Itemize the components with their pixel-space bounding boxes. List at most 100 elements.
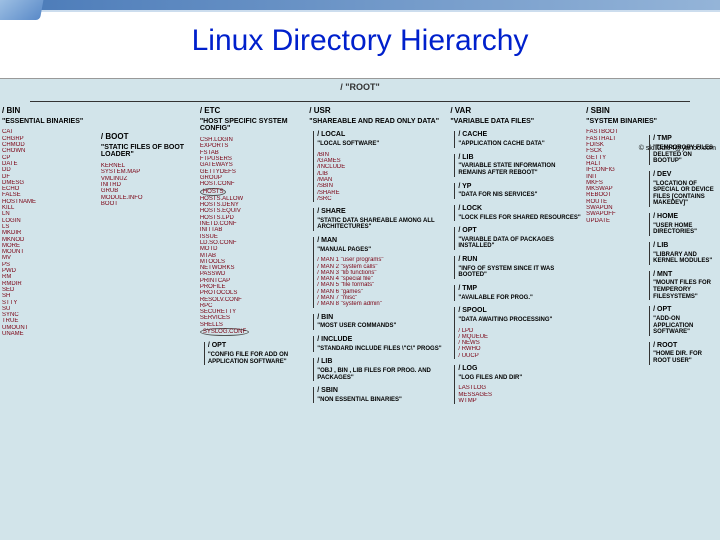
dir-boot: / BOOT — [101, 133, 196, 142]
desc-varopt: "VARIABLE DATA OF PACKAGES INSTALLED" — [458, 237, 582, 250]
desc-etc: "HOST SPECIFIC SYSTEM CONFIG" — [200, 118, 305, 133]
sub-usr-include: / INCLUDE "STANDARD INCLUDE FILES \"C\" … — [313, 336, 446, 352]
desc-run: "INFO OF SYSTEM SINCE IT WAS BOOTED" — [458, 266, 582, 279]
sub-varopt: / OPT "VARIABLE DATA OF PACKAGES INSTALLE… — [454, 227, 582, 250]
sub-sroot: / ROOT"HOME DIR. FOR ROOT USER" — [649, 342, 718, 365]
branch-row: / BIN "ESSENTIAL BINARIES" CATCHGRPCHMOD… — [0, 107, 720, 540]
etc-list: CSH.LOGINEXPORTSFSTABFTPUSERSGATEWAYSGET… — [200, 137, 305, 336]
dir-usrbin: / BIN — [317, 314, 446, 322]
desc-etc-opt: "CONFIG FILE FOR ADD ON APPLICATION SOFT… — [208, 352, 305, 365]
dir-lock: / LOCK — [458, 205, 582, 213]
dir-spool: / SPOOL — [458, 307, 582, 315]
man-list: / MAN 1 "user programs"/ MAN 2 "system c… — [317, 257, 446, 307]
desc-local: "LOCAL SOFTWARE" — [317, 141, 446, 148]
hierarchy-diagram: © skill2die4@yahoo.com / "ROOT" / BIN "E… — [0, 78, 720, 540]
desc-mnt: "MOUNT FILES FOR TEMPERORY FILESYSTEMS" — [653, 280, 718, 300]
sub-spool: / SPOOL "DATA AWAITING PROCESSING" / LPD/ … — [454, 307, 582, 359]
sub-sopt: / OPT"ADD-ON APPLICATION SOFTWARE" — [649, 306, 718, 335]
desc-var: "VARIABLE DATA FILES" — [450, 118, 582, 126]
sub-mnt: / MNT"MOUNT FILES FOR TEMPERORY FILESYST… — [649, 271, 718, 300]
sub-lib: / LIB "LIBRARY AND KERNEL MODULES" — [649, 242, 718, 265]
dir-run: / RUN — [458, 256, 582, 264]
dir-lib: / LIB — [653, 242, 718, 250]
dir-sbin: / SBIN — [586, 107, 718, 116]
dir-include: / INCLUDE — [317, 336, 446, 344]
sub-cache: / CACHE "APPLICATION CACHE DATA" — [454, 131, 582, 147]
sub-usr-bin: / BIN "MOST USER COMMANDS" — [313, 314, 446, 330]
desc-lock: "LOCK FILES FOR SHARED RESOURCES" — [458, 215, 582, 222]
dir-log: / LOG — [458, 365, 582, 373]
desc-sbin: "SYSTEM BINARIES" — [586, 118, 718, 126]
dir-share: / SHARE — [317, 208, 446, 216]
dir-tmp: / TMP — [653, 135, 718, 143]
bin-list: CATCHGRPCHMODCHOWNCPDATEDDDFDMESGECHOFAL… — [2, 129, 97, 337]
sbin-list: FASTBOOTFASTHALTFDISKFSCKGETTYHALTIFCONF… — [586, 129, 642, 368]
desc-log: "LOG FILES AND DIR" — [458, 375, 582, 382]
desc-share: "STATIC DATA SHAREABLE AMONG ALL ARCHITE… — [317, 218, 446, 231]
dir-home: / HOME — [653, 213, 718, 221]
dir-sroot: / ROOT — [653, 342, 718, 350]
log-list: LASTLOGMESSAGESWTMP — [458, 385, 582, 404]
desc-varlib: "VARIABLE STATE INFORMATION REMAINS AFTE… — [458, 163, 582, 176]
root-node: / "ROOT" — [340, 82, 380, 92]
desc-usrlib: "OBJ , BIN , LIB FILES FOR PROG. AND PAC… — [317, 368, 446, 381]
dir-mnt: / MNT — [653, 271, 718, 279]
dir-usrsbin: / SBIN — [317, 387, 446, 395]
desc-vartmp: "AVAILABLE FOR PROG." — [458, 295, 582, 302]
col-usr: / USR "SHAREABLE AND READ ONLY DATA" / L… — [307, 107, 448, 540]
dir-varopt: / OPT — [458, 227, 582, 235]
sbin-right: / TMP "TEMPORORY FILES DELETED ON BOOTUP"… — [645, 129, 718, 368]
sub-lock: / LOCK "LOCK FILES FOR SHARED RESOURCES" — [454, 205, 582, 221]
sub-yp: / YP"DATA FOR NIS SERVICES" — [454, 183, 582, 199]
dir-vartmp: / TMP — [458, 285, 582, 293]
sub-usr-sbin: / SBIN "NON ESSENTIAL BINARIES" — [313, 387, 446, 403]
page-title: Linux Directory Hierarchy — [0, 12, 720, 62]
dir-usr: / USR — [309, 107, 446, 116]
desc-usr: "SHAREABLE AND READ ONLY DATA" — [309, 118, 446, 126]
spool-list: / LPD/ MQUEUE/ NEWS/ RWHO/ UUCP — [458, 328, 582, 359]
col-var: / VAR "VARIABLE DATA FILES" / CACHE "APPL… — [448, 107, 584, 540]
sub-usr-share: / SHARE "STATIC DATA SHAREABLE AMONG ALL… — [313, 208, 446, 231]
desc-yp: "DATA FOR NIS SERVICES" — [458, 192, 582, 199]
sub-tmp: / TMP "TEMPORORY FILES DELETED ON BOOTUP" — [649, 135, 718, 164]
desc-usrsbin: "NON ESSENTIAL BINARIES" — [317, 397, 446, 404]
dir-var: / VAR — [450, 107, 582, 116]
sub-usr-local: / LOCAL "LOCAL SOFTWARE" /BIN/GAMES/INCL… — [313, 131, 446, 202]
dir-bin: / BIN — [2, 107, 97, 116]
sub-vartmp: / TMP "AVAILABLE FOR PROG." — [454, 285, 582, 301]
dir-local: / LOCAL — [317, 131, 446, 139]
desc-man: "MANUAL PAGES" — [317, 247, 446, 254]
dir-sopt: / OPT — [653, 306, 718, 314]
sub-etc-opt: / OPT "CONFIG FILE FOR ADD ON APPLICATIO… — [204, 342, 305, 365]
col-bin: / BIN "ESSENTIAL BINARIES" CATCHGRPCHMOD… — [0, 107, 99, 540]
dir-varlib: / LIB — [458, 154, 582, 162]
col-boot: / BOOT "STATIC FILES OF BOOT LOADER" KER… — [99, 107, 198, 540]
sub-dev: / DEV "LOCATION OF SPECIAL OR DEVICE FILE… — [649, 171, 718, 207]
connector-line — [30, 101, 690, 102]
sub-varlib: / LIB"VARIABLE STATE INFORMATION REMAINS… — [454, 154, 582, 177]
desc-include: "STANDARD INCLUDE FILES \"C\" PROGS" — [317, 346, 446, 353]
desc-cache: "APPLICATION CACHE DATA" — [458, 141, 582, 148]
desc-dev: "LOCATION OF SPECIAL OR DEVICE FILES [CO… — [653, 181, 718, 207]
desc-spool: "DATA AWAITING PROCESSING" — [458, 317, 582, 324]
dir-etc: / ETC — [200, 107, 305, 116]
dir-dev: / DEV — [653, 171, 718, 179]
col-etc: / ETC "HOST SPECIFIC SYSTEM CONFIG" CSH.… — [198, 107, 307, 540]
boot-list: KERNELSYSTEM.MAPVMLINUZINITRDGRUBMODULE.… — [101, 163, 196, 207]
desc-boot: "STATIC FILES OF BOOT LOADER" — [101, 144, 196, 159]
col-sbin: / SBIN "SYSTEM BINARIES" FASTBOOTFASTHAL… — [584, 107, 720, 540]
desc-lib: "LIBRARY AND KERNEL MODULES" — [653, 252, 718, 265]
slide-top-border — [0, 0, 720, 12]
dir-cache: / CACHE — [458, 131, 582, 139]
dir-etc-opt: / OPT — [208, 342, 305, 350]
sub-home: / HOME "USER HOME DIRECTORIES" — [649, 213, 718, 236]
desc-bin: "ESSENTIAL BINARIES" — [2, 118, 97, 126]
dir-yp: / YP — [458, 183, 582, 191]
desc-sroot: "HOME DIR. FOR ROOT USER" — [653, 351, 718, 364]
desc-tmp: "TEMPORORY FILES DELETED ON BOOTUP" — [653, 145, 718, 165]
desc-home: "USER HOME DIRECTORIES" — [653, 223, 718, 236]
desc-usrbin: "MOST USER COMMANDS" — [317, 323, 446, 330]
dir-man: / MAN — [317, 237, 446, 245]
local-list: /BIN/GAMES/INCLUDE/LIB/MAN/SBIN/SHARE/SR… — [317, 152, 446, 202]
sbin-row: FASTBOOTFASTHALTFDISKFSCKGETTYHALTIFCONF… — [586, 129, 718, 368]
